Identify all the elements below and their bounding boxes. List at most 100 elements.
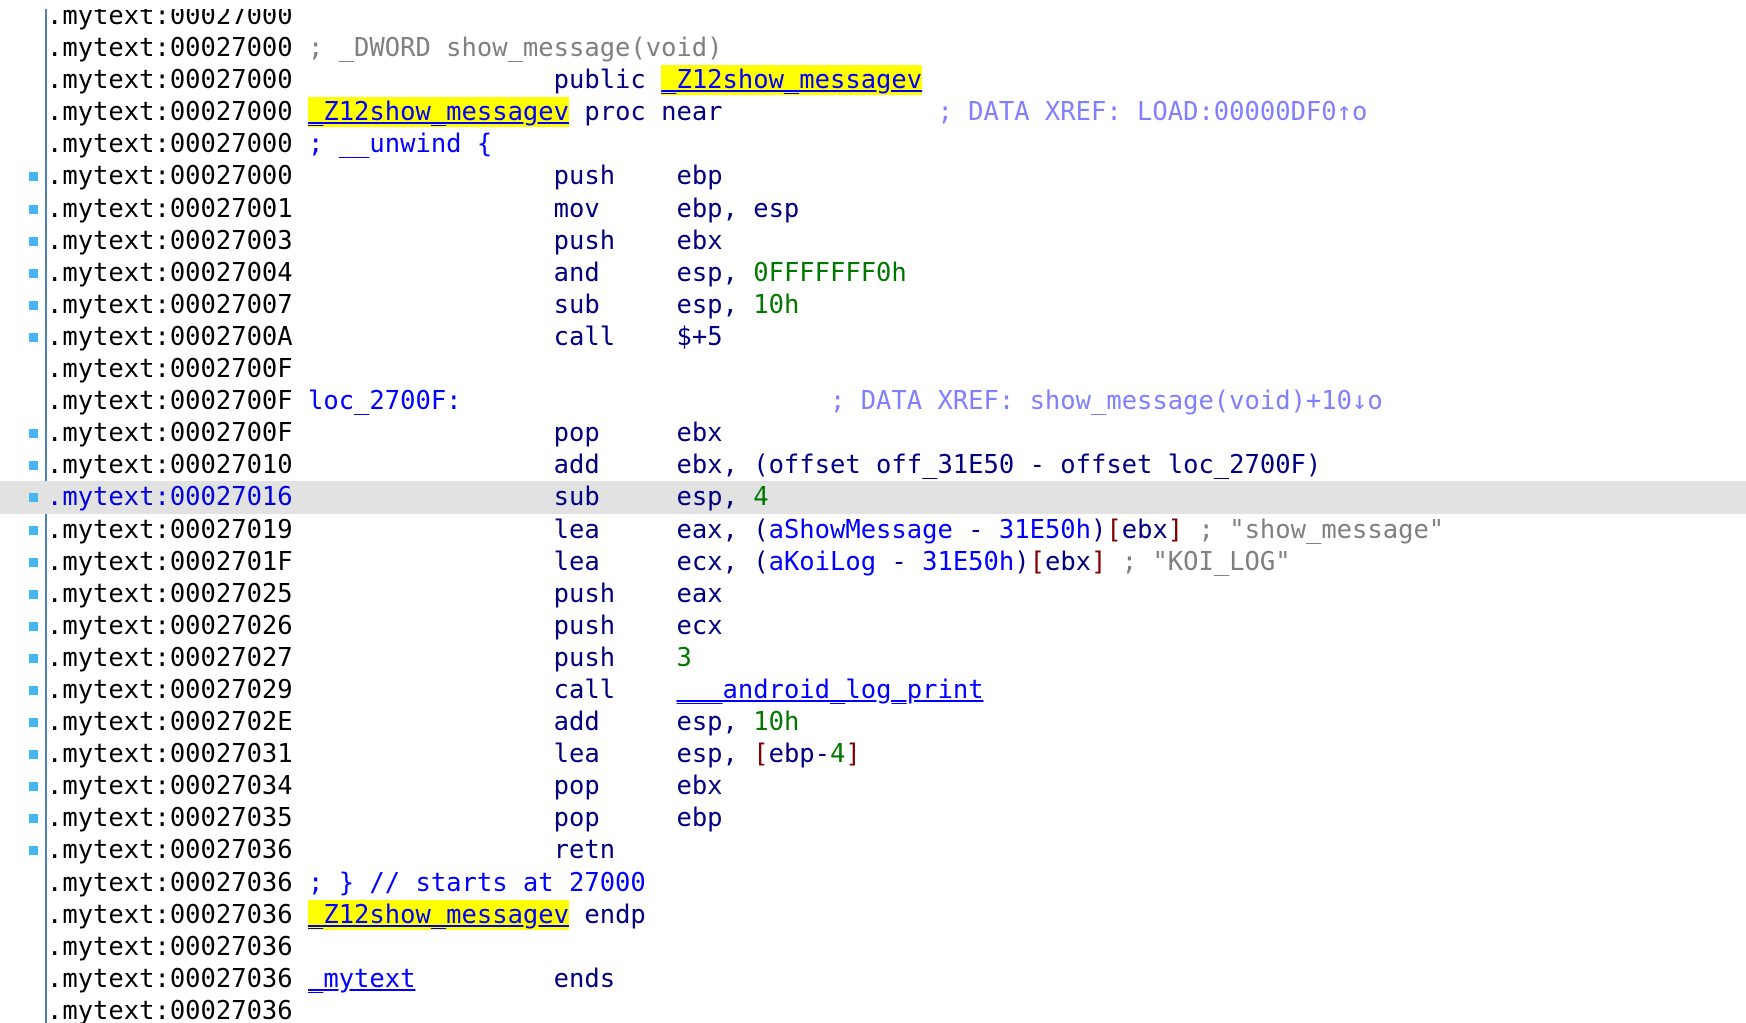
disassembly-line[interactable]: .mytext:00027000 ; __unwind { (0, 128, 1746, 160)
line-address[interactable]: .mytext:00027035 (47, 803, 293, 833)
line-address[interactable]: .mytext:00027036 (47, 835, 293, 865)
instruction-mnemonic: call (553, 674, 616, 705)
symbol-name[interactable]: aKoiLog (769, 547, 876, 577)
disassembly-line[interactable]: .mytext:0002700F pop ebx (0, 417, 1746, 449)
disassembly-line[interactable]: .mytext:00027026 push ecx (0, 610, 1746, 642)
line-text (293, 675, 554, 705)
instruction-mnemonic: public (553, 65, 662, 96)
disassembly-line[interactable]: .mytext:00027025 push eax (0, 578, 1746, 610)
line-address[interactable]: .mytext:00027034 (47, 771, 293, 801)
disassembly-line[interactable]: .mytext:00027000 public _Z12show_message… (0, 64, 1746, 96)
line-address[interactable]: .mytext:00027019 (47, 515, 293, 545)
line-text (293, 771, 554, 801)
disassembly-line[interactable]: .mytext:0002700F loc_2700F: ; DATA XREF:… (0, 385, 1746, 417)
executable-line-marker-icon (29, 589, 38, 599)
disassembly-line[interactable]: .mytext:00027003 push ebx (0, 225, 1746, 257)
line-address[interactable]: .mytext:00027016 (47, 482, 293, 512)
line-address[interactable]: .mytext:00027036 (47, 868, 293, 898)
line-address[interactable]: .mytext:00027010 (47, 450, 293, 480)
symbol-name[interactable]: loc_2700F: (308, 386, 462, 416)
disassembly-line[interactable]: .mytext:00027034 pop ebx (0, 770, 1746, 802)
line-text (293, 418, 554, 448)
disassembly-line[interactable]: .mytext:00027036 _mytext ends (0, 963, 1746, 995)
instruction-mnemonic: lea (553, 546, 600, 577)
disassembly-line[interactable]: .mytext:00027004 and esp, 0FFFFFFF0h (0, 257, 1746, 289)
line-text (293, 65, 554, 95)
line-address[interactable]: .mytext:00027000 (47, 33, 293, 63)
symbol-name[interactable]: 31E50h (922, 547, 1014, 577)
line-address[interactable]: .mytext:00027036 (47, 932, 293, 962)
disassembly-line[interactable]: .mytext:00027036 retn (0, 834, 1746, 866)
line-address[interactable]: .mytext:00027036 (47, 900, 293, 930)
disassembly-line[interactable]: .mytext:00027000 _Z12show_messagev proc … (0, 96, 1746, 128)
disassembly-line[interactable]: .mytext:00027007 sub esp, 10h (0, 289, 1746, 321)
disassembly-line[interactable]: .mytext:00027000 ; _DWORD show_message(v… (0, 32, 1746, 64)
line-address[interactable]: .mytext:00027000 (47, 65, 293, 95)
symbol-link[interactable]: ___android_log_print (676, 675, 983, 705)
line-address[interactable]: .mytext:00027004 (47, 258, 293, 288)
disassembly-line-list[interactable]: .mytext:00027000 .mytext:00027000 ; _DWOR… (0, 0, 1746, 1023)
line-address[interactable]: .mytext:00027000 (47, 97, 293, 127)
disassembly-line[interactable]: .mytext:00027029 call ___android_log_pri… (0, 674, 1746, 706)
line-address[interactable]: .mytext:00027029 (47, 675, 293, 705)
line-address[interactable]: .mytext:0002700F (47, 386, 293, 416)
line-text (293, 547, 554, 577)
highlighted-symbol[interactable]: _Z12show_messagev (308, 97, 569, 128)
line-text (293, 579, 554, 609)
line-address[interactable]: .mytext:00027026 (47, 611, 293, 641)
instruction-operand: ebp- (768, 739, 831, 770)
disassembly-line[interactable]: .mytext:00027016 sub esp, 4 (0, 481, 1746, 514)
line-text (293, 450, 554, 480)
executable-line-marker-icon (29, 846, 38, 856)
disassembly-line[interactable]: .mytext:0002700F (0, 353, 1746, 385)
highlighted-symbol[interactable]: _Z12show_messagev (308, 899, 569, 930)
disassembly-line[interactable]: .mytext:0002700A call $+5 (0, 321, 1746, 353)
line-text (600, 515, 677, 545)
line-address[interactable]: .mytext:00027007 (47, 290, 293, 320)
line-address[interactable]: .mytext:00027000 (47, 129, 293, 159)
disassembly-line[interactable]: .mytext:0002701F lea ecx, (aKoiLog - 31E… (0, 546, 1746, 578)
disassembly-line[interactable]: .mytext:0002702E add esp, 10h (0, 706, 1746, 738)
line-text (600, 290, 677, 320)
line-address[interactable]: .mytext:0002702E (47, 707, 293, 737)
xref-comment[interactable]: ; DATA XREF: LOAD:00000DF0↑o (937, 97, 1367, 127)
line-address[interactable]: .mytext:0002700A (47, 322, 293, 352)
symbol-name[interactable]: aShowMessage (769, 515, 953, 545)
line-address[interactable]: .mytext:00027003 (47, 226, 293, 256)
symbol-name[interactable]: 31E50h (999, 515, 1091, 545)
line-address[interactable]: .mytext:00027000 (47, 161, 293, 191)
line-text (293, 482, 554, 512)
line-address[interactable]: .mytext:00027001 (47, 194, 293, 224)
line-address[interactable]: .mytext:0002701F (47, 547, 293, 577)
line-address[interactable]: .mytext:00027025 (47, 579, 293, 609)
disassembly-line[interactable]: .mytext:00027019 lea eax, (aShowMessage … (0, 514, 1746, 546)
disassembly-line[interactable]: .mytext:00027000 push ebp (0, 160, 1746, 192)
line-address[interactable]: .mytext:00027036 (47, 996, 293, 1023)
unwind-directive: ; } // starts at 27000 (308, 867, 646, 898)
memory-bracket: ] (1091, 546, 1107, 577)
instruction-operand: ebx (1044, 546, 1092, 577)
line-address[interactable]: .mytext:00027031 (47, 739, 293, 769)
line-address[interactable]: .mytext:0002700F (47, 354, 293, 384)
highlighted-symbol[interactable]: _Z12show_messagev (661, 65, 923, 96)
line-address[interactable]: .mytext:00027027 (47, 643, 293, 673)
inline-comment: ; _DWORD show_message(void) (308, 33, 723, 64)
disassembly-line[interactable]: .mytext:00027036 (0, 995, 1746, 1023)
disassembly-line[interactable]: .mytext:00027010 add ebx, (offset off_31… (0, 449, 1746, 481)
line-address[interactable]: .mytext:00027036 (47, 964, 293, 994)
instruction-mnemonic: pop (553, 803, 600, 834)
disassembly-line[interactable]: .mytext:00027036 ; } // starts at 27000 (0, 867, 1746, 899)
disassembly-view[interactable]: .mytext:00027000 .mytext:00027000 ; _DWOR… (0, 0, 1746, 1023)
disassembly-line[interactable]: .mytext:00027027 push 3 (0, 642, 1746, 674)
symbol-link[interactable]: _mytext (308, 964, 415, 994)
inline-comment: ; "KOI_LOG" (1106, 546, 1291, 577)
memory-bracket: [ (753, 739, 769, 770)
disassembly-line[interactable]: .mytext:00027031 lea esp, [ebp-4] (0, 738, 1746, 770)
xref-comment[interactable]: ; DATA XREF: show_message(void)+10↓o (830, 386, 1383, 416)
disassembly-line[interactable]: .mytext:00027036 _Z12show_messagev endp (0, 899, 1746, 931)
disassembly-line[interactable]: .mytext:00027001 mov ebp, esp (0, 193, 1746, 225)
disassembly-line[interactable]: .mytext:00027036 (0, 931, 1746, 963)
disassembly-line[interactable]: .mytext:00027035 pop ebp (0, 802, 1746, 834)
line-address[interactable]: .mytext:0002700F (47, 418, 293, 448)
line-text (569, 900, 584, 930)
